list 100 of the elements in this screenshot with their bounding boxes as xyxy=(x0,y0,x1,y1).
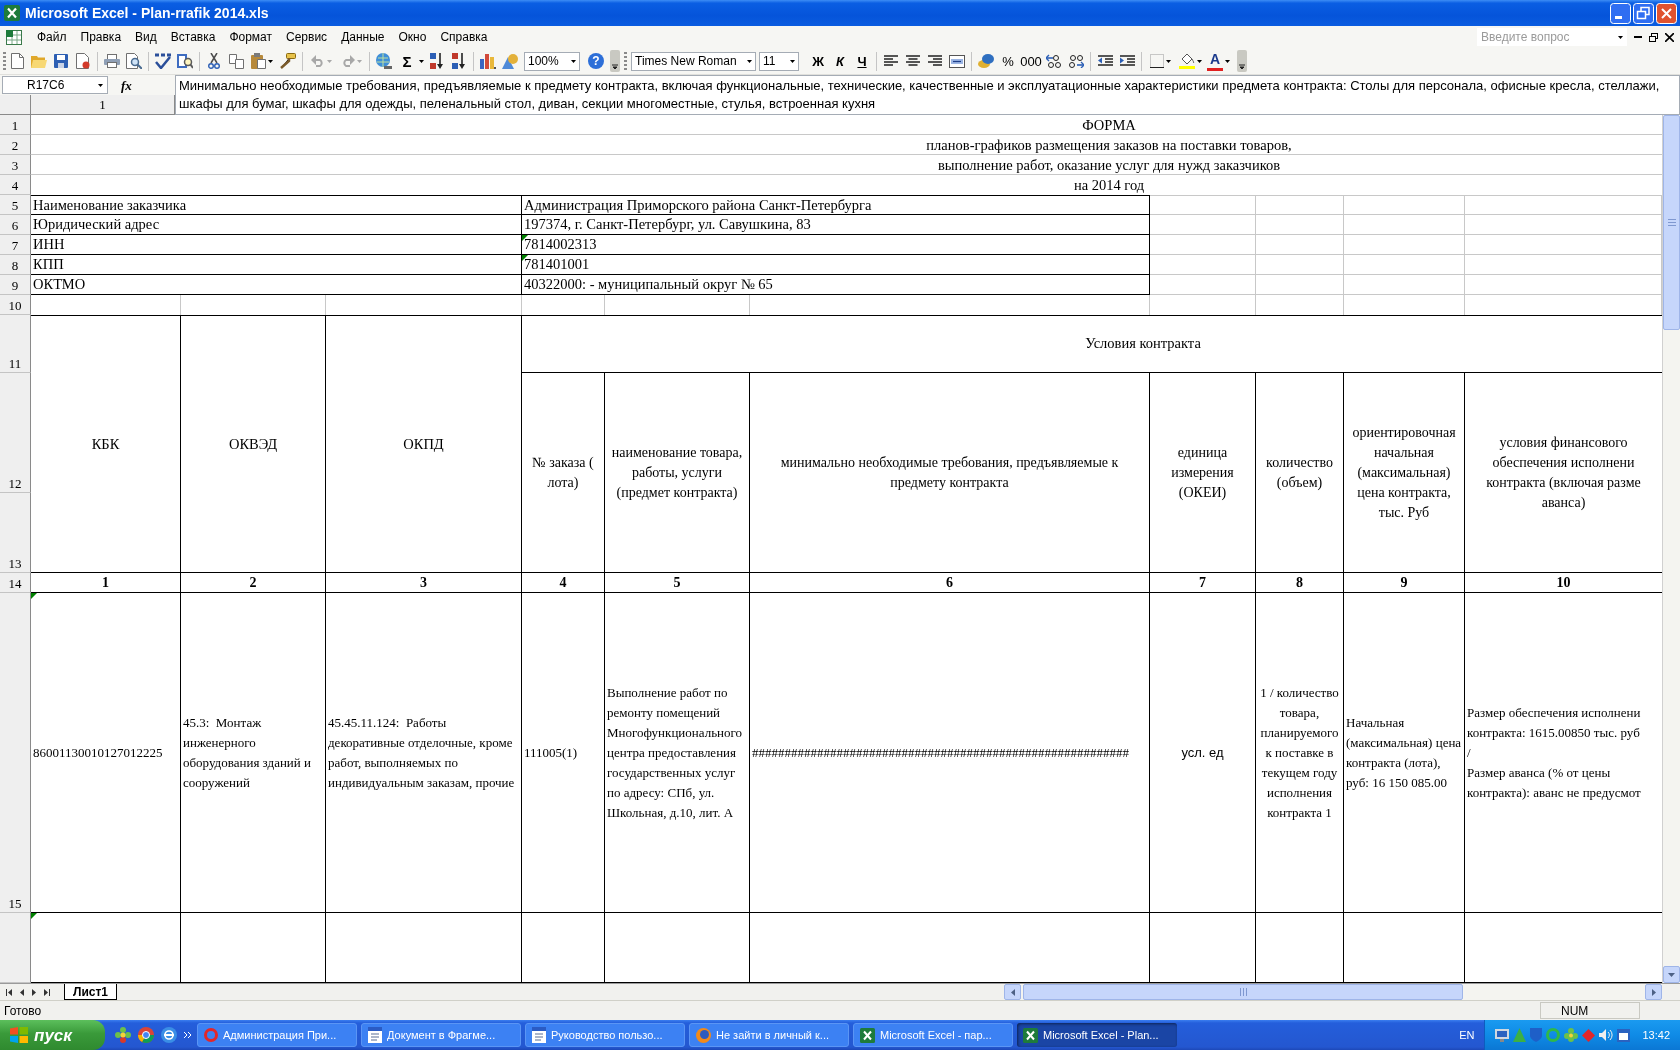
sheet-tab[interactable]: Лист1 xyxy=(64,984,118,1000)
first-arrow-icon[interactable] xyxy=(6,988,12,996)
row-number[interactable]: 12 xyxy=(8,475,22,492)
taskbar-button[interactable]: Документ в Фрагме... xyxy=(361,1023,521,1047)
menu-item[interactable]: Вставка xyxy=(163,28,223,46)
caret-icon[interactable] xyxy=(98,83,103,87)
caret-icon[interactable] xyxy=(747,59,752,63)
decrease-indent-icon[interactable] xyxy=(1097,55,1113,67)
caret-icon[interactable] xyxy=(268,59,273,63)
print-preview-icon[interactable] xyxy=(126,53,142,69)
globe-icon[interactable] xyxy=(161,1027,177,1043)
toolbar-grip-icon[interactable] xyxy=(3,52,6,70)
align-center-icon[interactable] xyxy=(906,55,920,67)
caret-icon[interactable] xyxy=(1225,59,1230,63)
thousands-separator-button[interactable]: 000 xyxy=(1019,51,1043,71)
scrollbar-thumb[interactable] xyxy=(1663,115,1680,330)
decrease-decimal-icon[interactable] xyxy=(1068,54,1084,68)
wheel-icon[interactable] xyxy=(138,1027,154,1043)
shapes-icon[interactable] xyxy=(502,53,518,69)
caret-icon[interactable] xyxy=(419,59,424,63)
scroll-left-button[interactable] xyxy=(1004,984,1021,1000)
scroll-down-button[interactable] xyxy=(1663,966,1680,983)
increase-indent-icon[interactable] xyxy=(1119,55,1135,67)
menu-item[interactable]: Правка xyxy=(73,28,129,46)
column-header[interactable]: 1 xyxy=(99,94,106,115)
select-all-button[interactable] xyxy=(0,95,31,115)
restore-icon[interactable] xyxy=(1649,32,1658,42)
row-number[interactable]: 11 xyxy=(8,355,22,372)
taskbar-button[interactable]: Microsoft Excel - Plan... xyxy=(1017,1023,1177,1047)
menu-item[interactable]: Файл xyxy=(30,28,74,46)
permission-icon[interactable] xyxy=(76,53,90,69)
start-button[interactable]: пуск xyxy=(0,1020,105,1050)
menu-item[interactable]: Вид xyxy=(128,28,164,46)
taskbar-button[interactable]: Не зайти в личный к... xyxy=(689,1023,849,1047)
chevron-icon[interactable] xyxy=(184,1032,191,1038)
merge-cells-icon[interactable] xyxy=(949,54,965,68)
speaker-icon[interactable] xyxy=(1599,1029,1614,1041)
format-painter-icon[interactable] xyxy=(280,53,296,69)
sort-descending-icon[interactable] xyxy=(452,53,466,69)
workbook-icon[interactable] xyxy=(6,29,22,45)
caret-icon[interactable] xyxy=(1618,35,1623,39)
menu-item[interactable]: Справка xyxy=(433,28,495,46)
taskbar-button[interactable]: Руководство пользо... xyxy=(525,1023,685,1047)
caret-icon[interactable] xyxy=(790,59,795,63)
vertical-scrollbar[interactable] xyxy=(1662,115,1680,983)
fill-bucket-icon[interactable] xyxy=(1178,53,1195,69)
copy-icon[interactable] xyxy=(228,53,244,69)
caret-icon[interactable] xyxy=(571,59,576,63)
row-header[interactable] xyxy=(0,913,31,983)
menu-item[interactable]: Окно xyxy=(391,28,434,46)
taskbar-button[interactable]: Microsoft Excel - пар... xyxy=(853,1023,1013,1047)
monitor-icon[interactable] xyxy=(1495,1028,1510,1042)
hyperlink-icon[interactable] xyxy=(376,53,392,69)
taskbar-button[interactable]: Администрация При... xyxy=(197,1023,357,1047)
menu-item[interactable]: Сервис xyxy=(279,28,335,46)
flower-icon[interactable] xyxy=(1564,1028,1579,1042)
font-color-button[interactable]: A xyxy=(1207,51,1223,71)
row-number[interactable]: 13 xyxy=(8,555,22,572)
menu-item[interactable]: Данные xyxy=(334,28,392,46)
name-box[interactable]: R17C6 xyxy=(2,76,108,94)
last-arrow-icon[interactable] xyxy=(44,988,50,996)
font-size-field[interactable]: 11 xyxy=(759,51,799,71)
insert-function-button[interactable]: fx xyxy=(118,78,135,92)
caret-icon[interactable] xyxy=(1196,59,1202,63)
help-button[interactable]: ? xyxy=(588,53,604,69)
window-icon[interactable] xyxy=(1617,1028,1631,1042)
font-name-field[interactable]: Times New Roman xyxy=(631,51,756,71)
percent-button[interactable]: % xyxy=(997,51,1019,71)
align-left-icon[interactable] xyxy=(884,55,898,67)
right-arrow-icon[interactable] xyxy=(32,988,36,996)
underline-button[interactable]: Ч xyxy=(851,51,873,71)
print-icon[interactable] xyxy=(104,54,120,68)
paste-icon[interactable] xyxy=(251,53,266,69)
zoom-field[interactable]: 100% xyxy=(524,51,580,71)
cut-icon[interactable] xyxy=(208,53,220,69)
toolbar-options-icon[interactable] xyxy=(1237,50,1247,72)
chart-icon[interactable] xyxy=(480,53,496,69)
toolbar-options-icon[interactable] xyxy=(610,50,620,72)
align-right-icon[interactable] xyxy=(928,55,942,67)
row-number[interactable]: 15 xyxy=(8,895,22,912)
minimize-icon[interactable] xyxy=(1610,2,1631,24)
bold-button[interactable]: Ж xyxy=(807,51,829,71)
scroll-right-button[interactable] xyxy=(1645,984,1662,1000)
caret-icon[interactable] xyxy=(1165,59,1171,63)
formula-field[interactable]: Минимально необходимые требования, предъявляемые к предмету контракта, включая функциональные, технические, качественные и эксплуатационные характеристики предмета контракта: Столы для персонала, офисные кресла, стеллажи, шкафы для бумаг, шкафы для одежды, пеленальный стол, диван, секции многоместные, стулья, встроенная кухня xyxy=(175,75,1680,115)
coins-icon[interactable] xyxy=(978,54,994,68)
sort-ascending-icon[interactable] xyxy=(430,53,444,69)
language-indicator[interactable]: EN xyxy=(1459,1026,1475,1044)
autosum-button[interactable]: Σ xyxy=(397,51,417,71)
spell-check-icon[interactable] xyxy=(155,53,171,69)
close-icon[interactable] xyxy=(1665,32,1674,42)
italic-button[interactable]: К xyxy=(829,51,851,71)
horizontal-scrollbar[interactable] xyxy=(1004,984,1662,1000)
scrollbar-thumb[interactable] xyxy=(1023,984,1463,1000)
new-document-icon[interactable] xyxy=(10,53,24,69)
borders-icon[interactable] xyxy=(1149,54,1164,68)
flower-icon[interactable] xyxy=(115,1027,131,1043)
toolbar-grip-icon[interactable] xyxy=(624,52,627,70)
menu-item[interactable]: Формат xyxy=(222,28,280,46)
increase-decimal-icon[interactable] xyxy=(1046,54,1062,68)
